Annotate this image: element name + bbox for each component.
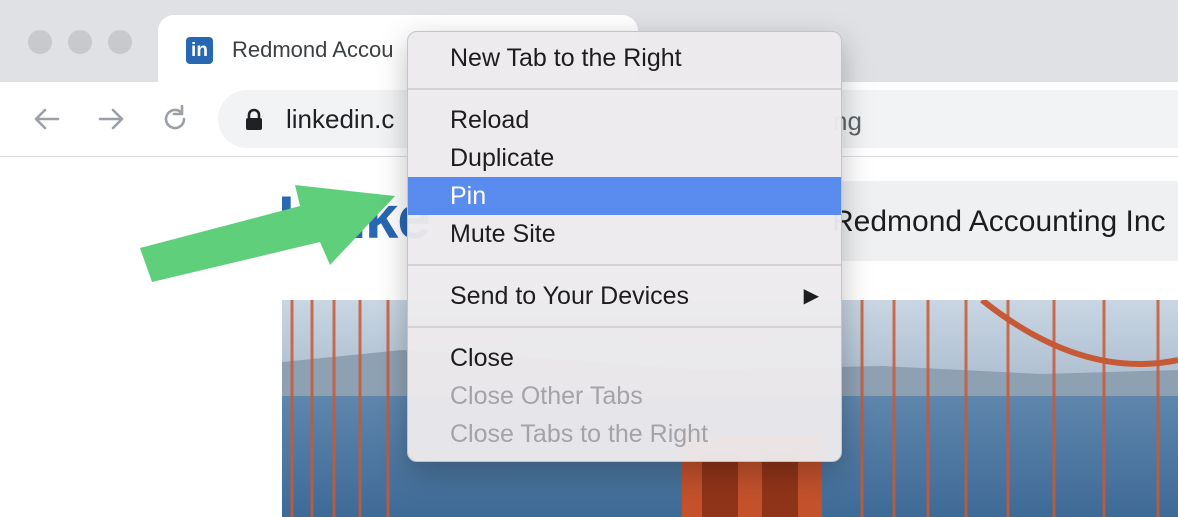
menu-separator [408, 88, 841, 90]
menu-item-close-tabs-right: Close Tabs to the Right [450, 420, 709, 448]
window-zoom-button[interactable] [108, 30, 132, 54]
company-name: Redmond Accounting Inc [832, 205, 1166, 238]
menu-item-duplicate[interactable]: Duplicate [408, 139, 841, 177]
menu-separator [408, 326, 841, 328]
lock-icon[interactable] [244, 108, 264, 137]
submenu-arrow-icon: ▶ [803, 285, 819, 307]
menu-item-close-other-tabs: Close Other Tabs [450, 382, 643, 410]
browser-window: in Redmond Accou linkedin.c ng Redmond A… [0, 0, 1178, 517]
company-header: Redmond Accounting Inc [830, 181, 1178, 261]
menu-separator [408, 264, 841, 266]
forward-arrow-icon[interactable] [94, 102, 128, 136]
menu-item-close[interactable]: Close [408, 339, 841, 377]
back-arrow-icon[interactable] [30, 102, 64, 136]
tab-title: Redmond Accou [232, 37, 394, 62]
menu-item-send-to-devices[interactable]: Send to Your Devices ▶ [408, 277, 841, 315]
menu-item-mute-site[interactable]: Mute Site [408, 215, 841, 253]
window-close-button[interactable] [28, 30, 52, 54]
menu-item-new-tab-right[interactable]: New Tab to the Right [408, 39, 841, 77]
green-pointer-arrow-icon [140, 185, 395, 282]
reload-icon[interactable] [158, 102, 192, 136]
linkedin-favicon-icon: in [186, 37, 213, 64]
menu-item-reload[interactable]: Reload [408, 101, 841, 139]
menu-item-pin[interactable]: Pin [408, 177, 841, 215]
window-minimize-button[interactable] [68, 30, 92, 54]
menu-item-label: Send to Your Devices [450, 282, 690, 310]
tab-context-menu: New Tab to the Right Reload Duplicate Pi… [407, 31, 842, 462]
url-text: linkedin.c [286, 104, 395, 134]
